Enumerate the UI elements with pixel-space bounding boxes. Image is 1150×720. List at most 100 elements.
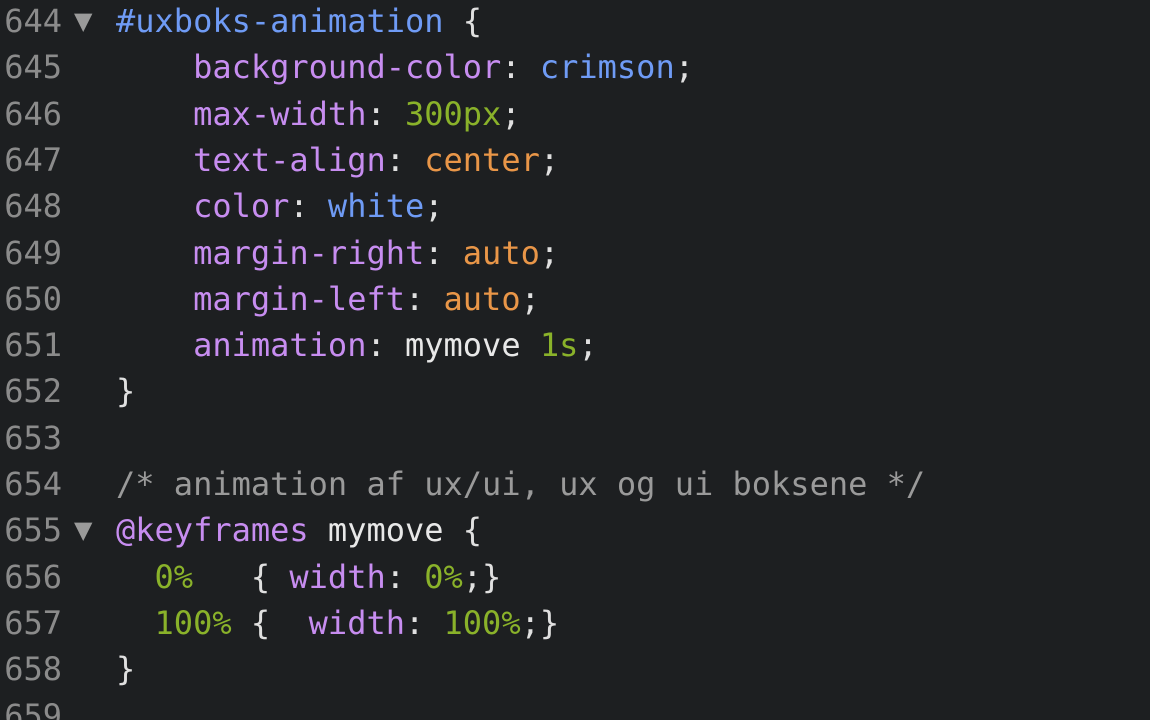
code-text: text-align: center; xyxy=(116,137,559,183)
line-number: 653 xyxy=(4,418,62,457)
code-line[interactable]: 654 /* animation af ux/ui, ux og ui bokse… xyxy=(0,461,1150,507)
token-value-orange: center xyxy=(424,140,540,179)
token-punctuation: { xyxy=(443,511,483,550)
token-value-number: 100% xyxy=(443,603,521,642)
code-line[interactable]: 647 text-align: center; xyxy=(0,137,1150,183)
code-text: #uxboks-animation { xyxy=(116,0,482,44)
code-editor[interactable]: 644 ▼ #uxboks-animation {645 background-co… xyxy=(0,0,1150,720)
token-punctuation: { xyxy=(231,603,309,642)
token-punctuation: : xyxy=(404,603,444,642)
code-line[interactable]: 649 margin-right: auto; xyxy=(0,230,1150,276)
code-text: animation: mymove 1s; xyxy=(116,322,598,368)
line-number: 651 xyxy=(4,326,62,365)
token-property: margin-right xyxy=(193,233,425,272)
token-punctuation: : xyxy=(424,233,463,272)
line-number: 650 xyxy=(4,279,62,318)
token-value-orange: auto xyxy=(443,279,521,318)
code-line[interactable]: 655 ▼ @keyframes mymove { xyxy=(0,507,1150,553)
token-property: animation xyxy=(193,326,367,365)
code-line[interactable]: 658} xyxy=(0,646,1150,692)
token-plain: mymove xyxy=(404,326,521,365)
token-value-keyword: white xyxy=(327,187,425,226)
token-property: color xyxy=(193,187,290,226)
token-punctuation: ; xyxy=(520,279,540,318)
token-punctuation: : xyxy=(501,48,540,87)
code-text: } xyxy=(116,646,135,692)
token-punctuation: ; xyxy=(539,140,560,179)
code-text: max-width: 300px; xyxy=(116,91,521,137)
token-punctuation: { xyxy=(443,2,483,40)
token-property: @keyframes xyxy=(116,511,309,550)
token-value-keyword: crimson xyxy=(539,48,675,87)
line-number: 646 xyxy=(4,94,62,133)
code-line[interactable]: 650 margin-left: auto; xyxy=(0,276,1150,322)
token-value-number: 1s xyxy=(539,326,579,365)
code-text: } xyxy=(116,368,135,414)
token-punctuation xyxy=(309,511,328,549)
code-line[interactable]: 651 animation: mymove 1s; xyxy=(0,322,1150,368)
line-number: 655 xyxy=(4,511,62,550)
token-value-number: 0% xyxy=(424,557,463,596)
token-punctuation: : xyxy=(366,94,405,133)
token-punctuation: ;} xyxy=(462,557,502,596)
code-line[interactable]: 656 0% { width: 0%;} xyxy=(0,554,1150,600)
token-punctuation: : xyxy=(385,557,425,596)
token-property: width xyxy=(308,603,405,642)
token-value-orange: auto xyxy=(462,233,540,272)
code-text: background-color: crimson; xyxy=(116,44,694,90)
token-punctuation: { xyxy=(193,557,290,596)
code-line[interactable]: 657 100% { width: 100%;} xyxy=(0,600,1150,646)
token-selector: #uxboks-animation xyxy=(116,2,444,40)
code-line[interactable]: 652} xyxy=(0,368,1150,414)
token-property: text-align xyxy=(193,140,386,179)
fold-arrow-down-icon[interactable]: ▼ xyxy=(74,507,100,553)
code-text: color: white; xyxy=(116,183,444,229)
token-punctuation: ; xyxy=(424,187,444,226)
line-number: 648 xyxy=(4,187,62,226)
code-line[interactable]: 659 xyxy=(0,693,1150,720)
token-punctuation: ; xyxy=(674,48,694,87)
code-text: @keyframes mymove { xyxy=(116,507,482,553)
code-line[interactable]: 644 ▼ #uxboks-animation { xyxy=(0,0,1150,44)
token-value-number: 100% xyxy=(154,603,232,642)
token-punctuation: : xyxy=(404,279,444,318)
code-line[interactable]: 653 xyxy=(0,415,1150,461)
token-property: margin-left xyxy=(193,279,405,318)
line-number: 659 xyxy=(4,696,62,720)
token-property: width xyxy=(289,557,386,596)
code-line[interactable]: 648 color: white; xyxy=(0,183,1150,229)
line-number: 652 xyxy=(4,372,62,411)
token-punctuation: ;} xyxy=(520,603,560,642)
code-text: 0% { width: 0%;} xyxy=(116,554,502,600)
fold-arrow-down-icon[interactable]: ▼ xyxy=(74,0,100,44)
code-text: 100% { width: 100%;} xyxy=(116,600,560,646)
line-number: 656 xyxy=(4,557,62,596)
token-plain: mymove xyxy=(327,511,444,550)
code-text: margin-left: auto; xyxy=(116,276,540,322)
line-number: 658 xyxy=(4,650,62,689)
token-property: background-color xyxy=(193,48,502,87)
token-value-number: 300px xyxy=(404,94,502,133)
line-number: 654 xyxy=(4,465,62,503)
line-number: 644 xyxy=(4,2,62,40)
token-value-number: 0% xyxy=(154,557,194,596)
line-number: 649 xyxy=(4,233,62,272)
code-line[interactable]: 646 max-width: 300px; xyxy=(0,91,1150,137)
token-punctuation: ; xyxy=(578,326,598,365)
line-number: 657 xyxy=(4,603,62,642)
token-punctuation: ; xyxy=(501,94,521,133)
token-punctuation xyxy=(521,326,540,364)
token-punctuation: : xyxy=(366,326,405,365)
code-line[interactable]: 645 background-color: crimson; xyxy=(0,44,1150,90)
token-punctuation: ; xyxy=(539,233,560,272)
line-number: 647 xyxy=(4,140,62,179)
